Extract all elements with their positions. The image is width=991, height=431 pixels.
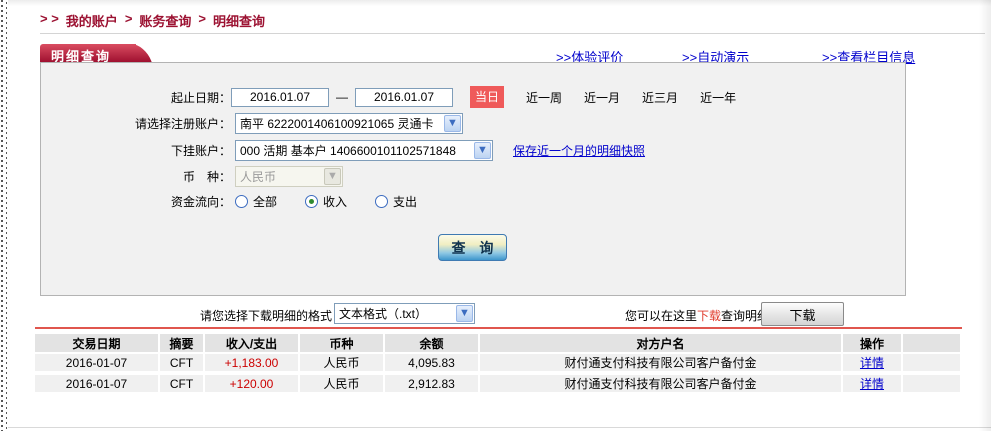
registered-account-row: 请选择注册账户： 南平 6222001406100921065 灵通卡 ▼: [41, 113, 463, 134]
page-right-shade: [979, 0, 991, 431]
dropdown-arrow-icon: ▼: [456, 305, 473, 322]
radio-label: 收入: [323, 193, 347, 210]
radio-icon: [235, 195, 248, 208]
header-action: 操作: [843, 334, 903, 352]
page-bottom-divider: [8, 427, 991, 428]
table-row: 2016-01-07 CFT +1,183.00 人民币 4,095.83 财付…: [35, 354, 960, 371]
currency-label: 币 种：: [41, 168, 231, 185]
save-snapshot-link[interactable]: 保存近一个月的明细快照: [513, 142, 645, 159]
registered-account-select[interactable]: 南平 6222001406100921065 灵通卡 ▼: [235, 113, 463, 134]
radio-label: 全部: [253, 193, 277, 210]
dropdown-arrow-icon: ▼: [474, 142, 491, 159]
table-header-row: 交易日期 摘要 收入/支出 币种 余额 对方户名 操作: [35, 334, 960, 352]
cell-spacer: [903, 354, 960, 371]
flow-option-all[interactable]: 全部: [235, 193, 277, 210]
header-amount: 收入/支出: [205, 334, 300, 352]
red-divider: [35, 327, 962, 329]
range-last-week[interactable]: 近一周: [526, 89, 562, 106]
range-last-year[interactable]: 近一年: [700, 89, 736, 106]
tab-cap: [119, 44, 152, 63]
header-balance: 余额: [385, 334, 480, 352]
header-counterparty: 对方户名: [480, 334, 843, 352]
breadcrumb: > > 我的账户 > 账务查询 > 明细查询: [40, 11, 265, 30]
date-dash: —: [336, 90, 348, 104]
registered-account-label: 请选择注册账户：: [41, 115, 231, 132]
detail-query-page: > > 我的账户 > 账务查询 > 明细查询 明细查询 >>体验评价 >>自动演…: [0, 0, 991, 431]
flow-option-expense[interactable]: 支出: [375, 193, 417, 210]
cell-balance: 4,095.83: [385, 354, 480, 371]
query-button[interactable]: 查 询: [438, 234, 507, 261]
date-range-row: 起止日期： — 当日 近一周 近一月 近三月 近一年: [41, 86, 736, 108]
cell-spacer: [903, 375, 960, 392]
breadcrumb-detail-query[interactable]: 明细查询: [213, 11, 265, 30]
flow-option-income[interactable]: 收入: [305, 193, 347, 210]
range-last-month[interactable]: 近一月: [584, 89, 620, 106]
cell-summary: CFT: [160, 354, 205, 371]
fund-flow-label: 资金流向：: [41, 193, 231, 210]
date-range-label: 起止日期：: [41, 89, 231, 106]
header-spacer: [903, 334, 960, 352]
breadcrumb-prefix: > >: [40, 11, 59, 30]
cell-date: 2016-01-07: [35, 354, 160, 371]
currency-select: 人民币 ▼: [235, 166, 343, 187]
select-value: 000 活期 基本户 1406600101102571848: [236, 142, 474, 159]
download-format-select[interactable]: 文本格式（.txt） ▼: [334, 303, 475, 324]
date-to-input[interactable]: [355, 88, 453, 107]
select-value: 南平 6222001406100921065 灵通卡: [236, 115, 444, 132]
transactions-table: 交易日期 摘要 收入/支出 币种 余额 对方户名 操作 2016-01-07 C…: [35, 334, 960, 396]
radio-label: 支出: [393, 193, 417, 210]
sub-account-row: 下挂账户： 000 活期 基本户 1406600101102571848 ▼ 保…: [41, 140, 645, 161]
radio-icon: [305, 195, 318, 208]
range-last-3-months[interactable]: 近三月: [642, 89, 678, 106]
cell-balance: 2,912.83: [385, 375, 480, 392]
cell-counterparty: 财付通支付科技有限公司客户备付金: [480, 354, 843, 371]
cell-currency: 人民币: [300, 354, 385, 371]
header-currency: 币种: [300, 334, 385, 352]
detail-link[interactable]: 详情: [860, 354, 884, 371]
cell-date: 2016-01-07: [35, 375, 160, 392]
page-left-dashed-edge: [0, 0, 8, 431]
page-top-strip: [8, 0, 991, 6]
breadcrumb-separator: >: [198, 11, 206, 30]
breadcrumb-separator: >: [125, 11, 133, 30]
query-form-panel: 起止日期： — 当日 近一周 近一月 近三月 近一年 请选择注册账户： 南平 6…: [40, 62, 906, 296]
cell-amount: +120.00: [205, 375, 300, 392]
download-row: 请您选择下载明细的格式 文本格式（.txt） ▼ 您可以在这里下载查询明细结果 …: [0, 301, 991, 328]
breadcrumb-account-query[interactable]: 账务查询: [139, 11, 191, 30]
dropdown-arrow-icon: ▼: [444, 115, 461, 132]
hint-text: 您可以在这里: [625, 309, 697, 323]
select-value: 人民币: [236, 168, 324, 185]
select-value: 文本格式（.txt）: [335, 305, 456, 322]
breadcrumb-divider: [40, 33, 985, 34]
date-from-input[interactable]: [231, 88, 329, 107]
breadcrumb-my-account[interactable]: 我的账户: [66, 11, 118, 30]
detail-link[interactable]: 详情: [860, 375, 884, 392]
header-date: 交易日期: [35, 334, 160, 352]
fund-flow-row: 资金流向： 全部 收入 支出: [41, 193, 445, 210]
tab-detail-query[interactable]: 明细查询: [40, 44, 140, 63]
sub-account-label: 下挂账户：: [41, 142, 231, 159]
cell-amount: +1,183.00: [205, 354, 300, 371]
cell-summary: CFT: [160, 375, 205, 392]
cell-currency: 人民币: [300, 375, 385, 392]
download-format-label: 请您选择下载明细的格式: [200, 307, 332, 324]
currency-row: 币 种： 人民币 ▼: [41, 166, 343, 187]
cell-counterparty: 财付通支付科技有限公司客户备付金: [480, 375, 843, 392]
table-row: 2016-01-07 CFT +120.00 人民币 2,912.83 财付通支…: [35, 375, 960, 392]
radio-icon: [375, 195, 388, 208]
dropdown-arrow-icon: ▼: [324, 168, 341, 185]
download-button[interactable]: 下载: [761, 302, 844, 326]
sub-account-select[interactable]: 000 活期 基本户 1406600101102571848 ▼: [235, 140, 493, 161]
header-summary: 摘要: [160, 334, 205, 352]
download-inline-link[interactable]: 下载: [697, 309, 721, 323]
range-today-badge[interactable]: 当日: [470, 86, 504, 108]
